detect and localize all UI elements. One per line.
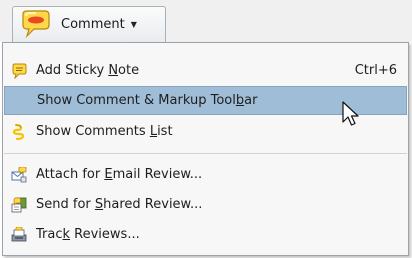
comment-dropdown-menu: Add Sticky Note Ctrl+6 Show Comment & Ma… — [2, 42, 409, 256]
comment-button-label: Comment — [61, 17, 125, 32]
menu-item-label: Track Reviews... — [36, 227, 140, 242]
track-reviews-icon — [11, 226, 27, 243]
menu-item-send-for-shared-review[interactable]: Send for Shared Review... — [4, 190, 407, 219]
menu-item-track-reviews[interactable]: Track Reviews... — [4, 220, 407, 249]
comment-button[interactable]: Comment ▼ — [12, 6, 166, 42]
shared-review-icon — [11, 197, 27, 213]
menu-item-label: Add Sticky Note — [36, 63, 140, 78]
shortcut-label: Ctrl+6 — [354, 63, 397, 78]
speech-bubble-icon — [19, 9, 53, 40]
sticky-note-icon — [11, 63, 27, 79]
comments-list-icon — [11, 123, 27, 140]
triangle-down-icon: ▼ — [130, 20, 137, 29]
menu-item-label: Attach for Email Review... — [36, 167, 203, 182]
email-review-icon — [11, 166, 27, 183]
menu-separator — [4, 153, 407, 154]
menu-item-label: Send for Shared Review... — [36, 197, 203, 212]
mouse-pointer-icon — [342, 101, 359, 126]
menu-item-add-sticky-note[interactable]: Add Sticky Note Ctrl+6 — [4, 56, 407, 85]
menu-item-label: Show Comment & Markup Toolbar — [37, 93, 258, 108]
menu-item-attach-for-email-review[interactable]: Attach for Email Review... — [4, 160, 407, 189]
menu-item-label: Show Comments List — [36, 124, 173, 139]
